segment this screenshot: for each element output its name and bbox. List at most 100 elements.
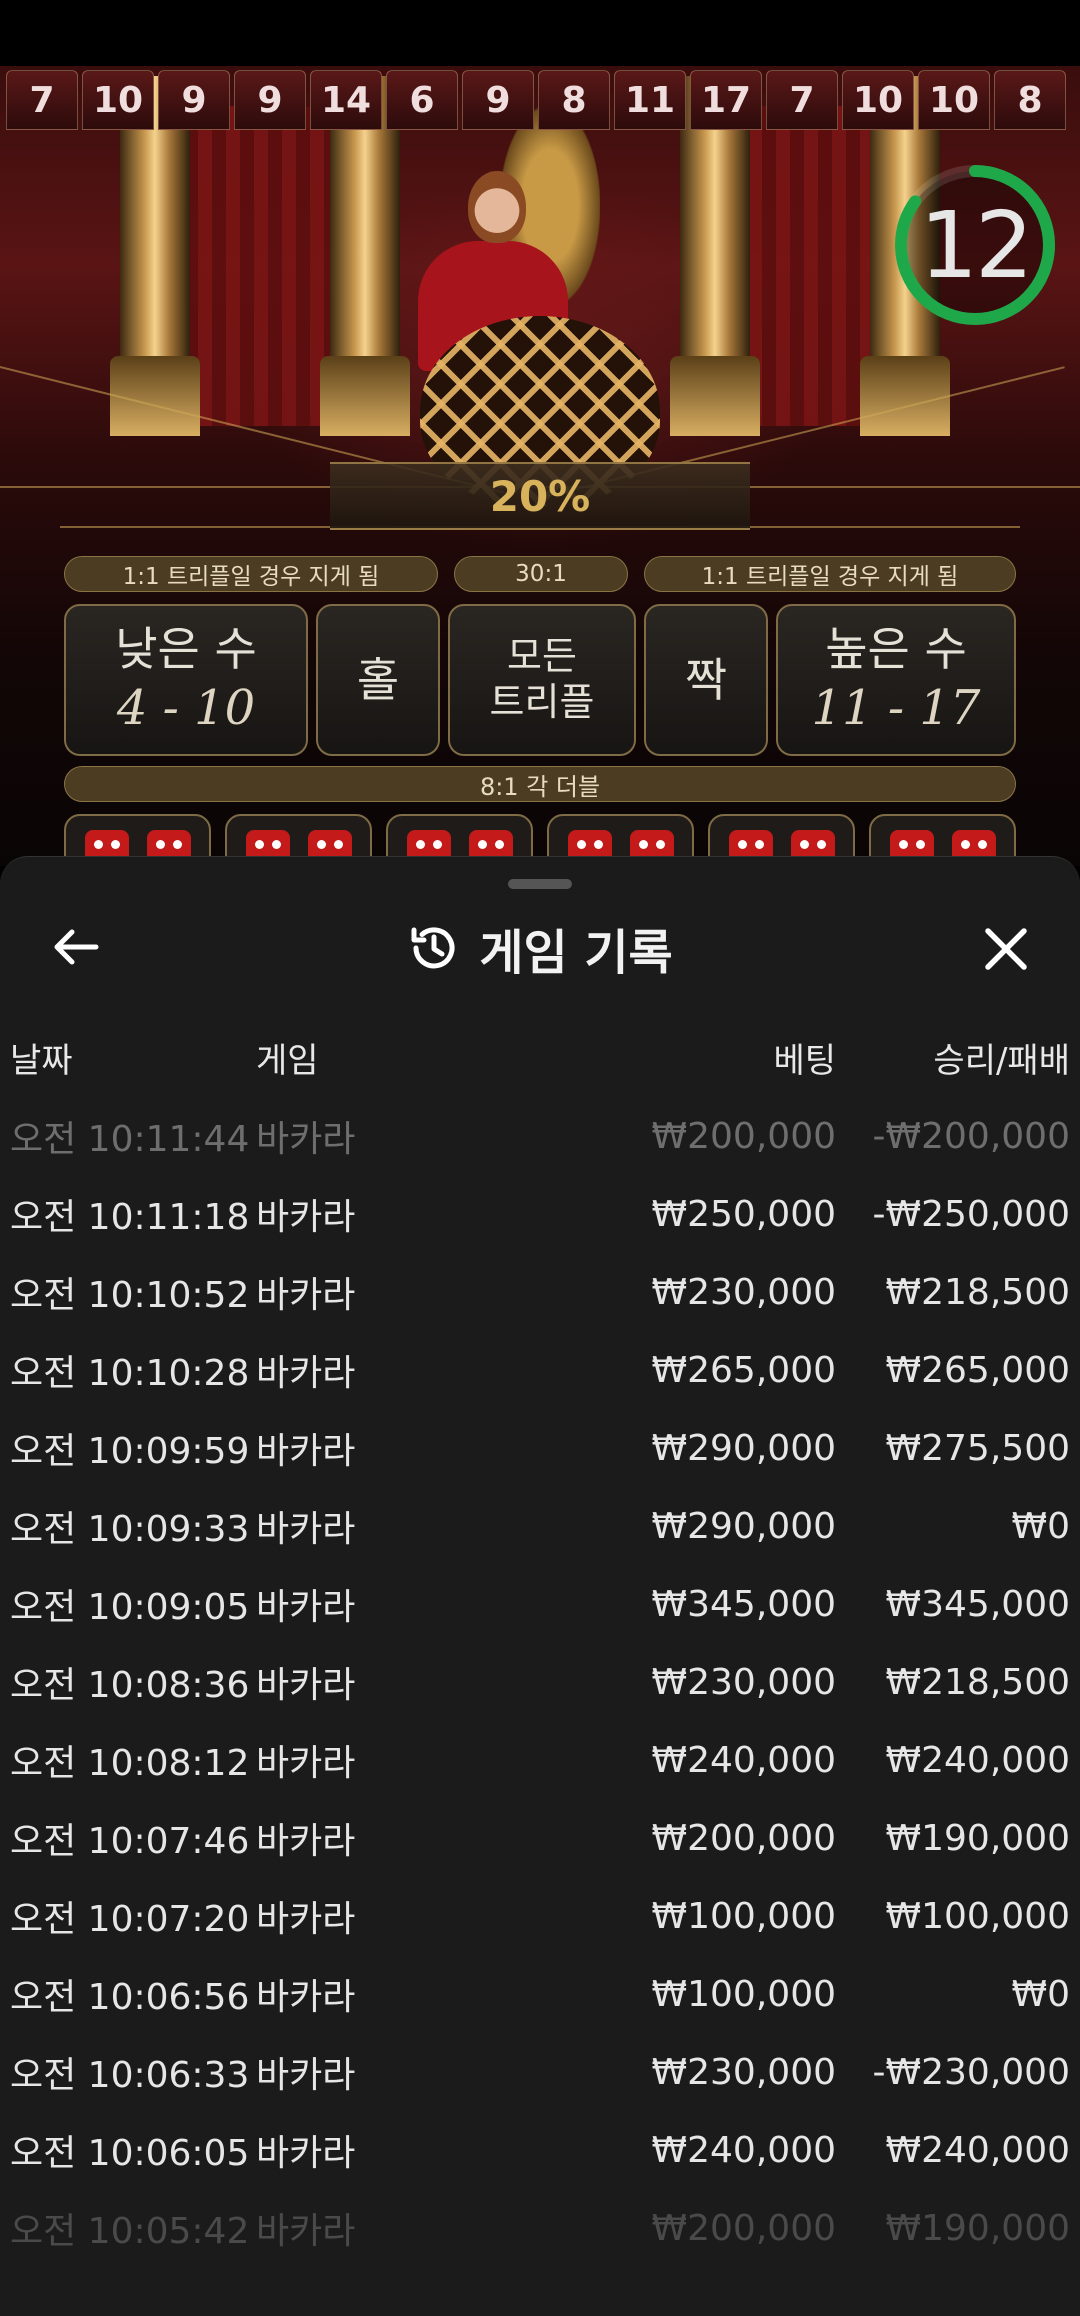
row-game: 바카라 — [256, 2055, 356, 2096]
bet-high-title: 높은 수 — [825, 621, 967, 676]
bet-even-label: 짝 — [684, 652, 728, 707]
bet-high-range: 11 - 17 — [811, 680, 981, 737]
row-bet: ₩240,000 — [651, 1739, 836, 1781]
table-row[interactable]: 오전 10:07:46 바카라 ₩200,000 ₩190,000 — [0, 1799, 1080, 1877]
history-number: 10 — [82, 70, 154, 130]
row-game: 바카라 — [256, 1197, 356, 1238]
bet-low-range: 4 - 10 — [116, 680, 256, 737]
row-bet: ₩200,000 — [651, 2207, 836, 2249]
row-bet: ₩230,000 — [651, 1661, 836, 1703]
row-time: 오전 10:09:33 — [10, 1509, 250, 1550]
row-game: 바카라 — [256, 1431, 356, 1472]
row-time: 오전 10:08:12 — [10, 1743, 250, 1784]
bet-odd-label: 홀 — [356, 652, 400, 707]
history-number: 10 — [918, 70, 990, 130]
bet-even[interactable]: 짝 — [644, 604, 768, 756]
table-row[interactable]: 오전 10:06:05 바카라 ₩240,000 ₩240,000 — [0, 2111, 1080, 2189]
row-result: -₩250,000 — [872, 1193, 1070, 1235]
row-result: ₩190,000 — [885, 1817, 1070, 1859]
bet-all-triples-line2: 트리플 — [489, 680, 595, 724]
roll-history-strip: 7 10 9 9 14 6 9 8 11 17 7 10 10 8 — [0, 70, 1080, 134]
row-time: 오전 10:05:42 — [10, 2211, 250, 2252]
table-row[interactable]: 오전 10:06:56 바카라 ₩100,000 ₩0 — [0, 1955, 1080, 2033]
table-row[interactable]: 오전 10:11:18 바카라 ₩250,000 -₩250,000 — [0, 1175, 1080, 1253]
table-row[interactable]: 오전 10:09:05 바카라 ₩345,000 ₩345,000 — [0, 1565, 1080, 1643]
row-result: ₩100,000 — [885, 1895, 1070, 1937]
bet-odd[interactable]: 홀 — [316, 604, 440, 756]
game-history-sheet: 게임 기록 날짜 게임 베팅 승리/패배 오전 10:11:44 바카라 ₩200,… — [0, 856, 1080, 2316]
bet-all-triples[interactable]: 모든 트리플 — [448, 604, 636, 756]
row-bet: ₩290,000 — [651, 1505, 836, 1547]
row-result: ₩0 — [1011, 1973, 1071, 2015]
row-game: 바카라 — [256, 1353, 356, 1394]
table-row[interactable]: 오전 10:08:36 바카라 ₩230,000 ₩218,500 — [0, 1643, 1080, 1721]
row-result: -₩230,000 — [872, 2051, 1070, 2093]
history-number: 9 — [158, 70, 230, 130]
history-number: 17 — [690, 70, 762, 130]
table-row[interactable]: 오전 10:08:12 바카라 ₩240,000 ₩240,000 — [0, 1721, 1080, 1799]
table-row[interactable]: 오전 10:09:59 바카라 ₩290,000 ₩275,500 — [0, 1409, 1080, 1487]
history-list[interactable]: 오전 10:11:44 바카라 ₩200,000 -₩200,000 오전 10:11:… — [0, 1097, 1080, 2267]
row-time: 오전 10:06:56 — [10, 1977, 250, 2018]
row-time: 오전 10:10:52 — [10, 1275, 250, 1316]
table-row[interactable]: 오전 10:10:28 바카라 ₩265,000 ₩265,000 — [0, 1331, 1080, 1409]
high-note: 1:1 트리플일 경우 지게 됨 — [644, 556, 1016, 592]
row-time: 오전 10:09:59 — [10, 1431, 250, 1472]
row-bet: ₩240,000 — [651, 2129, 836, 2171]
row-game: 바카라 — [256, 1509, 356, 1550]
history-number: 7 — [6, 70, 78, 130]
history-number: 8 — [538, 70, 610, 130]
column-header-game: 게임 — [256, 1041, 319, 1081]
row-result: ₩0 — [1011, 1505, 1071, 1547]
history-number: 11 — [614, 70, 686, 130]
row-time: 오전 10:10:28 — [10, 1353, 250, 1394]
row-bet: ₩230,000 — [651, 2051, 836, 2093]
history-number: 6 — [386, 70, 458, 130]
table-row[interactable]: 오전 10:10:52 바카라 ₩230,000 ₩218,500 — [0, 1253, 1080, 1331]
close-button[interactable] — [974, 917, 1038, 981]
close-icon — [985, 928, 1027, 970]
table-row[interactable]: 오전 10:07:20 바카라 ₩100,000 ₩100,000 — [0, 1877, 1080, 1955]
row-game: 바카라 — [256, 1275, 356, 1316]
row-time: 오전 10:07:46 — [10, 1821, 250, 1862]
bet-all-triples-line1: 모든 — [507, 634, 577, 679]
table-row[interactable]: 오전 10:09:33 바카라 ₩290,000 ₩0 — [0, 1487, 1080, 1565]
row-bet: ₩290,000 — [651, 1427, 836, 1469]
history-icon — [411, 927, 455, 969]
table-row[interactable]: 오전 10:06:33 바카라 ₩230,000 -₩230,000 — [0, 2033, 1080, 2111]
row-bet: ₩100,000 — [651, 1973, 836, 2015]
row-bet: ₩100,000 — [651, 1895, 836, 1937]
history-number: 14 — [310, 70, 382, 130]
row-result: ₩218,500 — [885, 1661, 1070, 1703]
double-note: 8:1 각 더블 — [64, 766, 1016, 802]
row-result: ₩218,500 — [885, 1271, 1070, 1313]
row-result: ₩275,500 — [885, 1427, 1070, 1469]
row-bet: ₩230,000 — [651, 1271, 836, 1313]
row-time: 오전 10:07:20 — [10, 1899, 250, 1940]
row-bet: ₩250,000 — [651, 1193, 836, 1235]
history-number: 7 — [766, 70, 838, 130]
row-result: -₩200,000 — [872, 1115, 1070, 1157]
timer-value: 12 — [919, 191, 1033, 299]
table-row[interactable]: 오전 10:11:44 바카라 ₩200,000 -₩200,000 — [0, 1097, 1080, 1175]
row-time: 오전 10:09:05 — [10, 1587, 250, 1628]
status-bar — [0, 0, 1080, 66]
row-result: ₩265,000 — [885, 1349, 1070, 1391]
table-row[interactable]: 오전 10:05:42 바카라 ₩200,000 ₩190,000 — [0, 2189, 1080, 2267]
dealer-head — [468, 171, 526, 243]
sheet-header: 게임 기록 — [0, 913, 1080, 983]
row-result: ₩240,000 — [885, 2129, 1070, 2171]
row-bet: ₩200,000 — [651, 1817, 836, 1859]
bet-high[interactable]: 높은 수 11 - 17 — [776, 604, 1016, 756]
row-game: 바카라 — [256, 1899, 356, 1940]
triple-payout-note: 30:1 — [454, 556, 628, 592]
row-time: 오전 10:06:05 — [10, 2133, 250, 2174]
row-result: ₩190,000 — [885, 2207, 1070, 2249]
row-game: 바카라 — [256, 1119, 356, 1160]
column-header-bet: 베팅 — [773, 1041, 836, 1081]
bet-low[interactable]: 낮은 수 4 - 10 — [64, 604, 308, 756]
row-game: 바카라 — [256, 1977, 356, 2018]
row-time: 오전 10:11:18 — [10, 1197, 250, 1238]
sheet-drag-handle[interactable] — [508, 879, 572, 889]
row-time: 오전 10:06:33 — [10, 2055, 250, 2096]
